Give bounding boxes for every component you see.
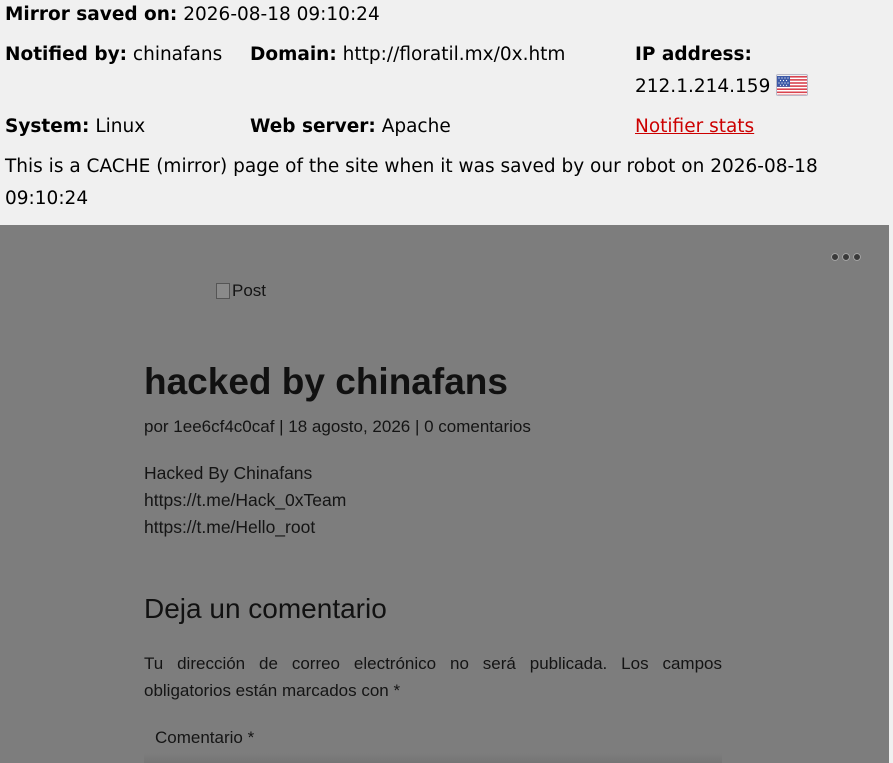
mirror-saved-row: Mirror saved on: 2026-08-18 09:10:24 xyxy=(5,0,380,31)
ip-label: IP address: xyxy=(635,44,752,65)
domain-label: Domain: xyxy=(250,44,337,65)
broken-image-icon xyxy=(216,283,230,299)
domain-value: http://floratil.mx/0x.htm xyxy=(342,44,566,65)
system-value: Linux xyxy=(95,116,146,137)
notifier-stats-row: Notifier stats xyxy=(635,111,754,143)
post-body-line: Hacked By Chinafans xyxy=(144,463,313,483)
web-server-label: Web server: xyxy=(250,116,376,137)
post-title: hacked by chinafans xyxy=(144,361,508,402)
post-image: Post xyxy=(216,281,266,301)
notified-by-label: Notified by: xyxy=(5,44,128,65)
mirror-frame: Post hacked by chinafans por 1ee6cf4c0ca… xyxy=(0,225,889,763)
system-row: System: Linux xyxy=(5,111,145,143)
post-body-line: https://t.me/Hello_root xyxy=(144,517,316,537)
mirror-saved-value: 2026-08-18 09:10:24 xyxy=(183,4,380,25)
more-dots-icon[interactable] xyxy=(831,253,861,261)
ip-label-row: IP address: xyxy=(635,39,752,71)
web-server-value: Apache xyxy=(381,116,451,137)
post-body: Hacked By Chinafans https://t.me/Hack_0x… xyxy=(144,460,346,541)
post-meta: por 1ee6cf4c0caf | 18 agosto, 2026 | 0 c… xyxy=(144,417,531,436)
comment-heading: Deja un comentario xyxy=(144,593,387,624)
notified-by-row: Notified by: chinafans xyxy=(5,39,222,71)
post-body-line: https://t.me/Hack_0xTeam xyxy=(144,490,347,510)
comment-field-label: Comentario * xyxy=(155,728,255,747)
ip-value-row: 212.1.214.159 xyxy=(635,71,809,103)
notified-by-value: chinafans xyxy=(132,44,223,65)
domain-row: Domain: http://floratil.mx/0x.htm xyxy=(250,39,565,71)
notifier-stats-link[interactable]: Notifier stats xyxy=(635,116,754,137)
cache-notice: This is a CACHE (mirror) page of the sit… xyxy=(5,156,818,209)
mirror-saved-label: Mirror saved on: xyxy=(5,4,178,25)
web-server-row: Web server: Apache xyxy=(250,111,451,143)
comment-textarea[interactable] xyxy=(144,753,722,763)
system-label: System: xyxy=(5,116,90,137)
ip-value: 212.1.214.159 xyxy=(635,76,771,97)
comment-notice: Tu dirección de correo electrónico no se… xyxy=(144,654,722,700)
us-flag-icon xyxy=(776,74,809,96)
post-image-alt: Post xyxy=(232,281,267,300)
